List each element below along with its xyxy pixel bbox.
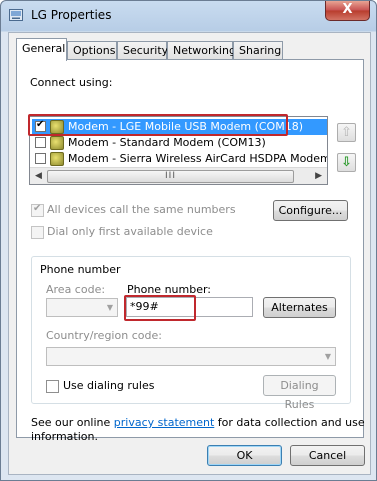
tab-networking[interactable]: Networking — [167, 41, 236, 59]
thumb-grip-icon: III — [165, 171, 176, 181]
modem-icon — [50, 152, 64, 166]
highlight-box-phone — [124, 295, 196, 321]
chevron-down-icon[interactable]: ▼ — [107, 303, 113, 312]
arrow-down-icon: ⇩ — [341, 155, 352, 170]
properties-window: LG Properties X General Options Security… — [0, 0, 377, 481]
connect-using-label: Connect using: — [30, 76, 113, 89]
ok-button[interactable]: OK — [207, 445, 282, 466]
chevron-down-icon[interactable]: ▼ — [325, 352, 331, 361]
scroll-right-icon[interactable]: ▶ — [315, 171, 322, 181]
privacy-statement-link[interactable]: privacy statement — [114, 416, 215, 429]
modem-name: Modem - Standard Modem (COM13) — [68, 136, 266, 149]
area-code-label: Area code: — [46, 283, 106, 296]
network-connection-icon — [9, 9, 23, 21]
modem-checkbox[interactable] — [35, 153, 46, 164]
tab-security[interactable]: Security — [117, 41, 168, 59]
modem-name: Modem - Sierra Wireless AirCard HSDPA Mo… — [68, 152, 328, 165]
horizontal-scrollbar[interactable]: ◀ III ▶ — [30, 167, 327, 184]
privacy-text-line1: See our online privacy statement for dat… — [31, 416, 365, 429]
close-icon: X — [342, 2, 353, 17]
area-code-combo[interactable]: ▼ — [46, 298, 118, 317]
list-item[interactable]: Modem - Sierra Wireless AirCard HSDPA Mo… — [32, 151, 327, 167]
tab-options[interactable]: Options — [67, 41, 117, 59]
general-tab-panel: Connect using: Modem - LGE Mobile USB Mo… — [16, 59, 365, 443]
dial-first-checkbox[interactable] — [31, 226, 44, 239]
all-devices-checkbox[interactable] — [31, 203, 44, 217]
list-item[interactable]: Modem - Standard Modem (COM13) — [32, 135, 327, 151]
scroll-thumb[interactable]: III — [47, 170, 294, 183]
close-button[interactable]: X — [325, 1, 370, 21]
tab-sharing[interactable]: Sharing — [233, 41, 283, 59]
arrow-up-icon: ⇧ — [341, 125, 352, 140]
dial-first-label: Dial only first available device — [47, 225, 213, 238]
modem-checkbox[interactable] — [35, 137, 46, 148]
use-dialing-rules-checkbox[interactable] — [46, 380, 59, 393]
alternates-button[interactable]: Alternates — [263, 297, 336, 318]
country-region-combo[interactable]: ▼ — [46, 347, 336, 366]
highlight-box-modem — [28, 114, 288, 136]
dialing-rules-button[interactable]: Dialing Rules — [263, 375, 336, 411]
phone-number-group-title: Phone number — [40, 263, 121, 276]
cancel-button[interactable]: Cancel — [290, 445, 365, 466]
title-bar[interactable]: LG Properties X — [1, 1, 376, 31]
phone-number-group: Phone number Area code: ▼ Phone number: … — [31, 256, 351, 411]
privacy-prefix: See our online — [31, 416, 114, 429]
configure-button[interactable]: Configure... — [273, 200, 348, 221]
dialog-client-area: General Options Security Networking Shar… — [8, 32, 371, 475]
scroll-left-icon[interactable]: ◀ — [35, 171, 42, 181]
move-up-button[interactable]: ⇧ — [337, 123, 356, 142]
move-down-button[interactable]: ⇩ — [337, 153, 356, 172]
use-dialing-rules-label: Use dialing rules — [63, 379, 155, 392]
all-devices-label: All devices call the same numbers — [47, 203, 236, 216]
tab-general[interactable]: General — [16, 38, 67, 61]
window-title: LG Properties — [31, 8, 112, 22]
privacy-text-line2: information. — [31, 430, 98, 443]
country-region-label: Country/region code: — [46, 329, 162, 342]
privacy-suffix: for data collection and use — [214, 416, 365, 429]
modem-icon — [50, 136, 64, 150]
